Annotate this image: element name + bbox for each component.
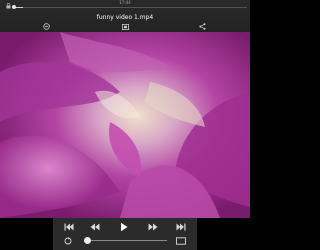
top-seek-track[interactable] bbox=[15, 7, 247, 8]
menu-icon[interactable] bbox=[43, 23, 50, 32]
top-seek-knob[interactable] bbox=[12, 5, 16, 9]
skip-previous-icon[interactable] bbox=[64, 223, 74, 233]
seek-knob[interactable] bbox=[84, 237, 91, 244]
video-frame[interactable] bbox=[0, 32, 250, 218]
fast-forward-icon[interactable] bbox=[148, 223, 158, 233]
aspect-ratio-icon[interactable] bbox=[176, 237, 186, 247]
video-title: funny video 1.mp4 bbox=[96, 14, 154, 21]
rotate-icon[interactable] bbox=[64, 237, 72, 247]
seek-track[interactable] bbox=[87, 240, 167, 241]
play-icon[interactable] bbox=[120, 222, 128, 234]
top-bar: 17:44 funny video 1.mp4 bbox=[0, 0, 250, 32]
video-image bbox=[0, 32, 250, 218]
lock-icon[interactable] bbox=[6, 2, 11, 11]
status-time: 17:44 bbox=[119, 0, 131, 5]
top-seek-fill bbox=[15, 7, 23, 8]
rewind-icon[interactable] bbox=[90, 223, 100, 233]
screen-icon[interactable] bbox=[122, 24, 129, 32]
share-icon[interactable] bbox=[199, 23, 206, 32]
skip-next-icon[interactable] bbox=[176, 223, 186, 233]
